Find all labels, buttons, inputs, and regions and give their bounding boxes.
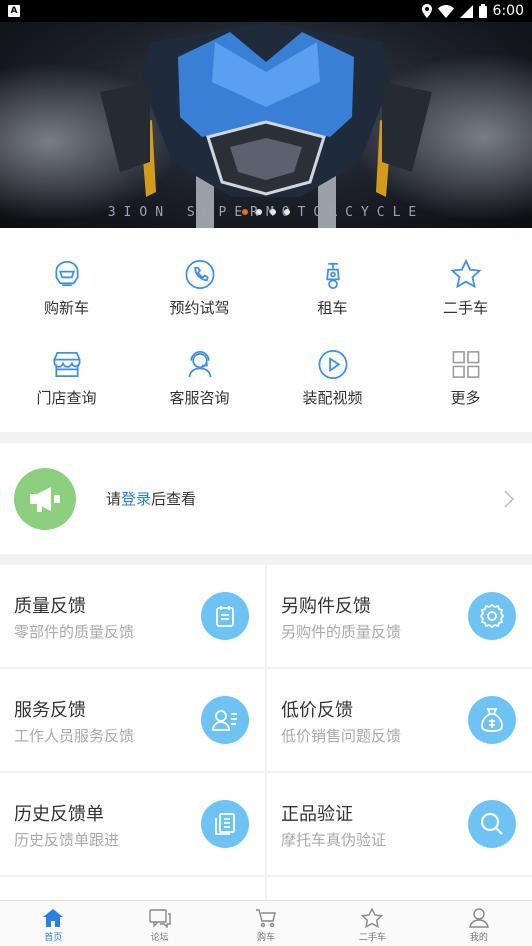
menu-used-car[interactable]: 二手车 (399, 228, 532, 318)
star-icon (449, 258, 482, 289)
card-subtitle: 工作人员服务反馈 (14, 727, 135, 745)
carousel-dot[interactable] (242, 209, 248, 215)
card-title: 另购件反馈 (281, 596, 371, 617)
customer-service-icon (187, 351, 212, 378)
chat-icon (148, 909, 171, 928)
tab-used-car[interactable]: 二手车 (319, 901, 425, 946)
star-icon (361, 908, 384, 928)
play-icon (318, 350, 347, 379)
scooter-icon (325, 262, 340, 289)
menu-label: 装配视频 (302, 389, 363, 407)
menu-label: 二手车 (442, 299, 488, 317)
location-icon (421, 4, 432, 18)
tab-label: 购车 (257, 933, 276, 943)
tab-home[interactable]: 首页 (0, 901, 106, 946)
login-notice[interactable]: 请登录后查看 (0, 443, 532, 554)
card-quality-feedback[interactable]: 质量反馈 零部件的质量反馈 (0, 565, 265, 667)
menu-label: 租车 (317, 299, 348, 317)
battery-icon (478, 4, 487, 18)
carousel-dot[interactable] (256, 209, 262, 215)
card-low-price-feedback[interactable]: 低价反馈 低价销售问题反馈 (267, 669, 532, 771)
menu-label: 客服咨询 (169, 389, 230, 407)
menu-label: 购新车 (43, 299, 89, 317)
documents-icon (201, 800, 249, 848)
menu-more[interactable]: 更多 (399, 318, 532, 408)
chevron-right-icon (504, 489, 514, 508)
tab-label: 我的 (469, 933, 488, 943)
card-history-feedback[interactable]: 历史反馈单 历史反馈单跟进 (0, 773, 265, 875)
signal-icon (459, 4, 473, 18)
app-notification-icon: A (8, 5, 20, 17)
money-bag-icon (468, 696, 516, 744)
card-subtitle: 零部件的质量反馈 (14, 623, 135, 641)
card-title: 正品验证 (281, 804, 353, 825)
menu-label: 更多 (450, 389, 481, 407)
person-icon (468, 908, 489, 928)
grid-icon (452, 351, 479, 378)
carousel-dots[interactable] (0, 209, 532, 215)
menu-store-search[interactable]: 门店查询 (0, 318, 133, 408)
wifi-icon (437, 4, 454, 18)
status-bar: A 6:00 (0, 0, 532, 22)
card-accessory-feedback[interactable]: 另购件反馈 另购件的质量反馈 (267, 565, 532, 667)
gear-icon (468, 592, 516, 640)
helmet-icon (54, 261, 79, 287)
menu-customer-service[interactable]: 客服咨询 (133, 318, 266, 408)
cart-icon (256, 909, 276, 928)
store-icon (53, 351, 80, 378)
card-title: 服务反馈 (14, 700, 86, 721)
login-link[interactable]: 登录 (121, 490, 151, 508)
card-service-feedback[interactable]: 服务反馈 工作人员服务反馈 (0, 669, 265, 771)
card-title: 低价反馈 (281, 700, 353, 721)
user-list-icon (201, 696, 249, 744)
notice-suffix: 后查看 (151, 490, 197, 508)
phone-icon (185, 260, 214, 289)
card-subtitle: 低价销售问题反馈 (281, 727, 402, 745)
clipboard-icon (201, 592, 249, 640)
carousel-dot[interactable] (284, 209, 290, 215)
menu-label: 预约试驾 (169, 299, 230, 317)
tab-label: 论坛 (150, 933, 169, 943)
bottom-tab-bar: 首页 论坛 购车 二手车 我的 (0, 900, 532, 946)
megaphone-icon (14, 467, 76, 530)
menu-rent-car[interactable]: 租车 (266, 228, 399, 318)
menu-buy-new-car[interactable]: 购新车 (0, 228, 133, 318)
card-subtitle: 摩托车真伪验证 (281, 831, 387, 849)
notice-text: 请登录后查看 (106, 488, 196, 509)
carousel-dot[interactable] (270, 209, 276, 215)
card-title: 历史反馈单 (14, 804, 104, 825)
card-subtitle: 另购件的质量反馈 (281, 623, 402, 641)
card-title: 质量反馈 (14, 596, 86, 617)
tab-label: 二手车 (358, 933, 386, 943)
tab-buy-car[interactable]: 购车 (213, 901, 319, 946)
status-time: 6:00 (492, 3, 524, 19)
motorcycle-image (100, 22, 432, 228)
menu-label: 门店查询 (36, 389, 97, 407)
card-subtitle: 历史反馈单跟进 (14, 831, 120, 849)
search-icon (468, 800, 516, 848)
menu-test-drive[interactable]: 预约试驾 (133, 228, 266, 318)
card-partial (267, 877, 532, 902)
tab-mine[interactable]: 我的 (426, 901, 532, 946)
card-authenticity-check[interactable]: 正品验证 摩托车真伪验证 (267, 773, 532, 875)
home-icon (43, 909, 64, 927)
menu-assembly-video[interactable]: 装配视频 (266, 318, 399, 408)
card-partial (0, 877, 265, 902)
promo-banner[interactable]: 3ION SUPERMOTORCYCLE (0, 22, 532, 228)
quick-menu: 购新车 预约试驾 租车 二手车 门店查询 客服咨询 装配视频 更多 (0, 228, 532, 432)
tab-forum[interactable]: 论坛 (106, 901, 212, 946)
tab-label: 首页 (44, 933, 63, 943)
notice-prefix: 请 (106, 490, 122, 508)
